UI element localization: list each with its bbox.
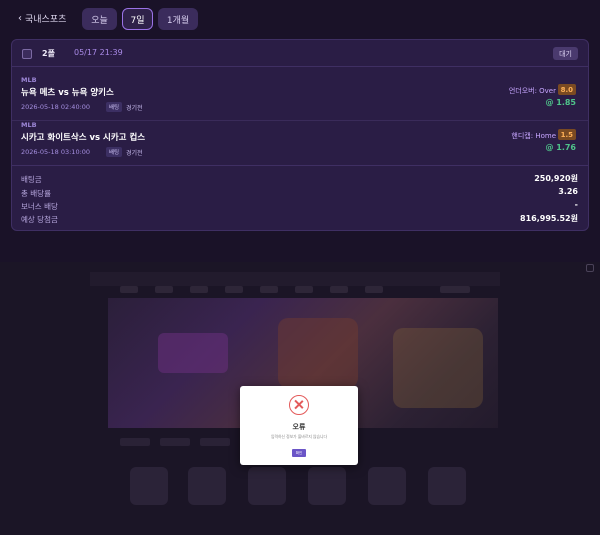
tab-label: 7일 — [130, 15, 145, 26]
game-thumbnail — [130, 467, 168, 505]
summary-value: 3.26 — [558, 187, 578, 196]
error-dialog: 오류 입력하신 정보가 올바르지 않습니다 확인 — [240, 386, 358, 465]
bet-history-panel: ‹ 국내스포츠 오늘 7일 1개월 2폴 05/17 21:39 대기 MLB … — [0, 0, 600, 262]
market-tag: 배팅 — [106, 102, 123, 112]
banner-shape — [393, 328, 483, 408]
bet-slip-header: 2폴 05/17 21:39 대기 — [12, 40, 588, 67]
nav-placeholder — [440, 286, 470, 293]
corner-icon — [586, 264, 594, 272]
tab-1month[interactable]: 1개월 — [158, 8, 198, 30]
banner-shape — [278, 318, 358, 388]
pick-label: 핸디캡: Home — [511, 132, 556, 140]
bet-row: MLB 시카고 화이트삭스 vs 시카고 컵스 2026-05-18 03:10… — [12, 120, 588, 166]
league-label: MLB — [21, 76, 37, 84]
summary-value: - — [574, 200, 578, 209]
nav-placeholder — [295, 286, 313, 293]
summary-row-total-odds: 총 배당률 3.26 — [12, 187, 588, 201]
summary-row-stake: 배팅금 250,920원 — [12, 173, 588, 187]
pick-label: 언더오버: Over — [508, 87, 556, 95]
nav-placeholder — [365, 286, 383, 293]
nav-placeholder — [225, 286, 243, 293]
nav-placeholder — [120, 286, 138, 293]
banner-shape — [158, 333, 228, 373]
background-navbar — [90, 272, 500, 293]
chevron-left-icon: ‹ — [18, 13, 22, 24]
match-teams: 뉴욕 메츠 vs 뉴욕 양키스 — [21, 88, 114, 98]
nav-placeholder — [155, 286, 173, 293]
error-x-icon — [289, 395, 309, 415]
game-thumbnail — [248, 467, 286, 505]
back-button[interactable]: ‹ 국내스포츠 — [18, 12, 66, 25]
game-thumbnail — [308, 467, 346, 505]
status-badge: 대기 — [553, 47, 578, 60]
tab-today[interactable]: 오늘 — [82, 8, 117, 30]
select-checkbox[interactable] — [22, 49, 32, 59]
match-date: 2026-05-18 03:10:00 — [21, 148, 91, 156]
summary-label: 배팅금 — [21, 175, 42, 184]
bet-slip-card: 2폴 05/17 21:39 대기 MLB 뉴욕 메츠 vs 뉴욕 양키스 20… — [11, 39, 589, 231]
odds-value: @ 1.85 — [545, 98, 576, 107]
tab-label: 오늘 — [91, 15, 108, 26]
game-thumbnail — [368, 467, 406, 505]
game-thumbnail — [428, 467, 466, 505]
odds-value: @ 1.76 — [545, 143, 576, 152]
line-badge: 8.0 — [557, 84, 576, 95]
summary-row-bonus: 보너스 배당 - — [12, 200, 588, 214]
back-label: 국내스포츠 — [25, 15, 67, 25]
match-teams: 시카고 화이트삭스 vs 시카고 컵스 — [21, 133, 146, 143]
confirm-button[interactable]: 확인 — [292, 449, 306, 457]
summary-label: 예상 당첨금 — [21, 215, 58, 224]
top-nav: ‹ 국내스포츠 오늘 7일 1개월 — [0, 0, 600, 38]
tab-label: 1개월 — [166, 15, 190, 26]
stage-tag: 경기전 — [126, 105, 143, 112]
summary-label: 보너스 배당 — [21, 202, 58, 211]
market-tag: 배팅 — [106, 147, 123, 157]
nav-placeholder — [260, 286, 278, 293]
folder-count: 2폴 — [42, 49, 55, 58]
game-thumbnail — [188, 467, 226, 505]
bet-row: MLB 뉴욕 메츠 vs 뉴욕 양키스 2026-05-18 02:40:00 … — [12, 75, 588, 121]
summary-row-expected-win: 예상 당첨금 816,995.52원 — [12, 213, 588, 227]
match-date: 2026-05-18 02:40:00 — [21, 103, 91, 111]
line-badge: 1.5 — [557, 129, 576, 140]
nav-placeholder — [330, 286, 348, 293]
dialog-message: 입력하신 정보가 올바르지 않습니다 — [270, 434, 328, 439]
stage-tag: 경기전 — [126, 150, 143, 157]
summary-value: 250,920원 — [534, 174, 578, 183]
summary-label: 총 배당률 — [21, 189, 51, 198]
league-label: MLB — [21, 121, 37, 129]
tab-7days[interactable]: 7일 — [122, 8, 153, 30]
category-chip — [160, 438, 190, 446]
category-chip — [120, 438, 150, 446]
summary-value: 816,995.52원 — [520, 214, 578, 223]
category-chip — [200, 438, 230, 446]
bet-datetime: 05/17 21:39 — [74, 48, 123, 57]
dialog-title: 오류 — [292, 423, 306, 431]
nav-placeholder — [190, 286, 208, 293]
